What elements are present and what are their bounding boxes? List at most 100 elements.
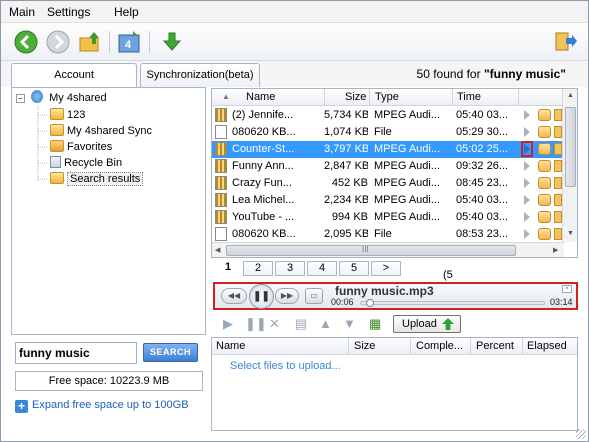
file-type: MPEG Audi... (374, 211, 441, 223)
file-size: 452 KB (331, 177, 368, 189)
comment-icon[interactable] (538, 194, 551, 206)
play-file-icon[interactable] (524, 127, 530, 137)
close-player-icon[interactable]: × (562, 285, 572, 293)
back-icon[interactable] (13, 29, 39, 55)
comment-icon[interactable] (538, 126, 551, 138)
upload-button[interactable]: Upload (393, 315, 461, 333)
comment-icon[interactable] (538, 177, 551, 189)
file-row[interactable]: Lea Michel... 2,234 KB MPEG Audi... 05:40 0… (212, 192, 564, 209)
scroll-down-icon[interactable]: ▼ (567, 230, 574, 237)
file-name: YouTube - ... (232, 211, 295, 223)
file-row[interactable]: Crazy Fun... 452 KB MPEG Audi... 08:45 23..… (212, 175, 564, 192)
horizontal-scrollbar[interactable]: ◀ III ▶ (212, 242, 564, 257)
page-1[interactable]: 1 (213, 261, 243, 276)
vertical-scrollbar[interactable]: ▲ ▼ (562, 89, 577, 242)
upload-col-size[interactable]: Size (354, 340, 375, 352)
play-icon[interactable]: ▶ (223, 316, 233, 332)
rewind-button[interactable]: ◀◀ (221, 288, 247, 304)
action-icon[interactable] (554, 126, 562, 138)
svg-text:4: 4 (125, 39, 132, 51)
seek-knob[interactable] (365, 299, 374, 307)
exit-icon[interactable] (553, 29, 579, 55)
select-files-link[interactable]: Select files to upload... (230, 360, 341, 372)
action-icon[interactable] (554, 143, 562, 155)
play-file-icon[interactable] (524, 212, 530, 222)
h-scroll-thumb[interactable]: III (226, 245, 516, 256)
action-icon[interactable] (554, 228, 562, 240)
scroll-right-icon[interactable]: ▶ (553, 246, 558, 254)
up-folder-icon[interactable] (77, 29, 103, 55)
action-icon[interactable] (554, 177, 562, 189)
file-icon (215, 125, 227, 139)
upload-col-name[interactable]: Name (216, 340, 245, 352)
next-page-button[interactable]: > (371, 261, 401, 276)
elapsed-time: 00:06 (331, 297, 354, 307)
comment-icon[interactable] (538, 228, 551, 240)
action-icon[interactable] (554, 194, 562, 206)
seek-bar[interactable] (360, 301, 545, 305)
col-time[interactable]: Time (457, 91, 481, 103)
file-size: 1,074 KB (324, 126, 368, 138)
file-name: Counter-St... (232, 143, 295, 155)
clear-icon[interactable]: ▤ (295, 316, 307, 332)
play-file-icon[interactable] (524, 195, 530, 205)
move-up-icon[interactable]: ▲ (319, 316, 332, 331)
play-file-icon[interactable] (521, 141, 533, 157)
file-type: File (374, 126, 392, 138)
col-name[interactable]: Name (246, 91, 275, 103)
scroll-up-icon[interactable]: ▲ (567, 92, 574, 99)
file-row[interactable]: 080620 KB... 2,095 KB File 08:53 23... (212, 226, 564, 243)
upload-col-complete[interactable]: Comple... (416, 340, 463, 352)
file-list-header: ▲ Name Size Type Time (212, 89, 577, 106)
tab-synchronization[interactable]: Synchronization(beta) (140, 63, 260, 87)
scroll-left-icon[interactable]: ◀ (215, 246, 220, 254)
menu-main[interactable]: Main (9, 5, 35, 19)
playlist-button[interactable]: ▭ (305, 288, 323, 304)
file-size: 3,797 KB (324, 143, 368, 155)
action-icon[interactable] (554, 160, 562, 172)
file-time: 09:32 26... (456, 160, 508, 172)
tab-account[interactable]: Account (11, 63, 137, 88)
scroll-thumb[interactable] (565, 107, 576, 187)
col-size[interactable]: Size (345, 91, 366, 103)
upload-col-percent[interactable]: Percent (476, 340, 514, 352)
action-icon[interactable] (554, 109, 562, 121)
add-files-icon[interactable]: ▦ (369, 316, 381, 332)
resize-grip[interactable] (576, 429, 586, 439)
new-folder-icon[interactable]: 4 (117, 29, 143, 55)
action-icon[interactable] (554, 211, 562, 223)
file-row[interactable]: Funny Ann... 2,847 KB MPEG Audi... 09:32 26… (212, 158, 564, 175)
upload-col-elapsed[interactable]: Elapsed (527, 340, 567, 352)
file-row[interactable]: YouTube - ... 994 KB MPEG Audi... 05:40 03.… (212, 209, 564, 226)
play-file-icon[interactable] (524, 178, 530, 188)
move-down-icon[interactable]: ▼ (343, 316, 356, 331)
file-row[interactable]: (2) Jennife... 5,734 KB MPEG Audi... 05:40 … (212, 107, 564, 124)
play-file-icon[interactable] (524, 229, 530, 239)
page-2[interactable]: 2 (243, 261, 273, 276)
page-4[interactable]: 4 (307, 261, 337, 276)
menu-help[interactable]: Help (114, 5, 139, 19)
file-row[interactable]: 080620 KB... 1,074 KB File 05:29 30... (212, 124, 564, 141)
total-time: 03:14 (550, 297, 573, 307)
pause-icon[interactable]: ❚❚ (245, 316, 267, 332)
page-5[interactable]: 5 (339, 261, 369, 276)
comment-icon[interactable] (538, 211, 551, 223)
file-row[interactable]: Counter-St... 3,797 KB MPEG Audi... 05:02 2… (212, 141, 564, 158)
search-input[interactable]: funny music (15, 342, 137, 364)
play-file-icon[interactable] (524, 161, 530, 171)
comment-icon[interactable] (538, 109, 551, 121)
menu-bar: Main Settings Help (1, 1, 588, 23)
col-type[interactable]: Type (375, 91, 399, 103)
comment-icon[interactable] (538, 143, 551, 155)
search-button[interactable]: SEARCH (143, 343, 198, 362)
download-icon[interactable] (159, 29, 185, 55)
page-3[interactable]: 3 (275, 261, 305, 276)
play-file-icon[interactable] (524, 110, 530, 120)
forward-icon[interactable] (45, 29, 71, 55)
fast-forward-button[interactable]: ▶▶ (275, 288, 299, 304)
cancel-icon[interactable]: ✕ (269, 316, 280, 332)
pause-button[interactable]: ❚❚ (249, 284, 274, 309)
expand-space-link[interactable]: + Expand free space up to 100GB (15, 397, 189, 413)
menu-settings[interactable]: Settings (47, 5, 90, 19)
comment-icon[interactable] (538, 160, 551, 172)
